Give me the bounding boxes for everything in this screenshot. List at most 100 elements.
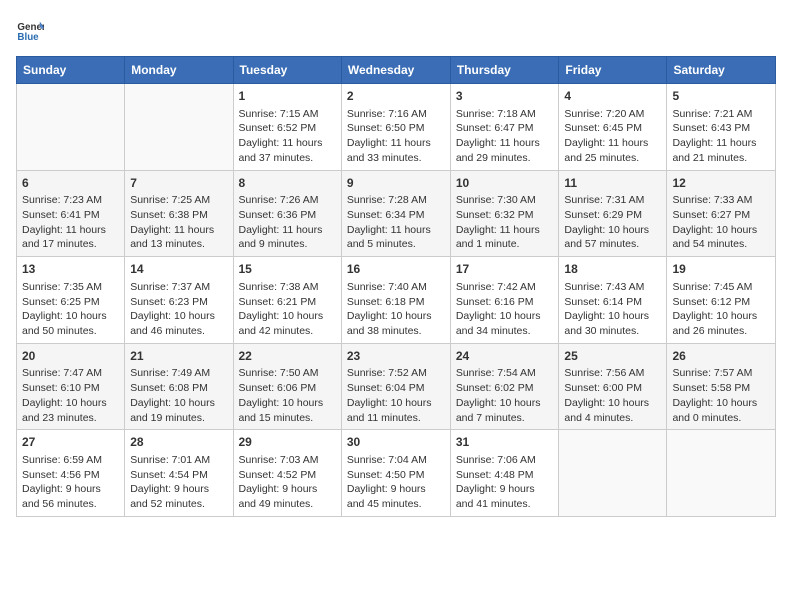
day-info-line: Sunrise: 7:26 AM xyxy=(239,193,336,208)
day-info-line: Sunset: 6:18 PM xyxy=(347,295,445,310)
day-info-line: Sunrise: 6:59 AM xyxy=(22,453,119,468)
day-info-line: Daylight: 9 hours xyxy=(22,482,119,497)
calendar-cell: 15 Sunrise: 7:38 AMSunset: 6:21 PMDayligh… xyxy=(233,257,341,344)
day-number: 29 xyxy=(239,434,336,451)
day-info-line: and 26 minutes. xyxy=(672,324,770,339)
day-info-line: Daylight: 9 hours xyxy=(347,482,445,497)
calendar-cell: 19Sunrise: 7:45 AMSunset: 6:12 PMDayligh… xyxy=(667,257,776,344)
day-info-line: Sunset: 6:50 PM xyxy=(347,121,445,136)
day-info-line: and 45 minutes. xyxy=(347,497,445,512)
day-number: 17 xyxy=(456,261,554,278)
day-info-line: Sunset: 4:56 PM xyxy=(22,468,119,483)
weekday-header-row: SundayMondayTuesdayWednesdayThursdayFrid… xyxy=(17,57,776,84)
day-info-line: Sunset: 6:34 PM xyxy=(347,208,445,223)
day-number: 16 xyxy=(347,261,445,278)
day-info-line: and 13 minutes. xyxy=(130,237,227,252)
day-info-line: and 4 minutes. xyxy=(564,411,661,426)
calendar-cell: 26Sunrise: 7:57 AMSunset: 5:58 PMDayligh… xyxy=(667,343,776,430)
day-info-line: Sunset: 6:29 PM xyxy=(564,208,661,223)
calendar-cell: 6Sunrise: 7:23 AMSunset: 6:41 PMDaylight… xyxy=(17,170,125,257)
day-info-line: Daylight: 11 hours xyxy=(130,223,227,238)
calendar-cell xyxy=(125,84,233,171)
day-info-line: and 11 minutes. xyxy=(347,411,445,426)
calendar-cell: 18Sunrise: 7:43 AMSunset: 6:14 PMDayligh… xyxy=(559,257,667,344)
calendar-cell: 24Sunrise: 7:54 AMSunset: 6:02 PMDayligh… xyxy=(450,343,559,430)
calendar-table: SundayMondayTuesdayWednesdayThursdayFrid… xyxy=(16,56,776,517)
calendar-cell xyxy=(667,430,776,517)
day-info-line: Sunset: 6:41 PM xyxy=(22,208,119,223)
day-info-line: Sunset: 4:54 PM xyxy=(130,468,227,483)
calendar-cell: 29Sunrise: 7:03 AMSunset: 4:52 PMDayligh… xyxy=(233,430,341,517)
day-info-line: Sunrise: 7:33 AM xyxy=(672,193,770,208)
day-info-line: Daylight: 11 hours xyxy=(564,136,661,151)
week-row-1: 1Sunrise: 7:15 AMSunset: 6:52 PMDaylight… xyxy=(17,84,776,171)
day-info-line: and 46 minutes. xyxy=(130,324,227,339)
day-number: 3 xyxy=(456,88,554,105)
day-info-line: and 38 minutes. xyxy=(347,324,445,339)
day-info-line: Daylight: 10 hours xyxy=(564,309,661,324)
day-info-line: Sunrise: 7:40 AM xyxy=(347,280,445,295)
logo-icon: General Blue xyxy=(16,16,44,44)
day-info-line: Daylight: 10 hours xyxy=(239,309,336,324)
calendar-cell: 11Sunrise: 7:31 AMSunset: 6:29 PMDayligh… xyxy=(559,170,667,257)
day-info-line: and 1 minute. xyxy=(456,237,554,252)
day-info-line: Daylight: 11 hours xyxy=(672,136,770,151)
day-info-line: Daylight: 10 hours xyxy=(22,396,119,411)
day-info-line: Daylight: 11 hours xyxy=(347,136,445,151)
day-info-line: Sunset: 6:38 PM xyxy=(130,208,227,223)
day-info-line: Daylight: 11 hours xyxy=(456,136,554,151)
day-info-line: Sunrise: 7:38 AM xyxy=(239,280,336,295)
weekday-header-monday: Monday xyxy=(125,57,233,84)
day-info-line: Sunset: 6:23 PM xyxy=(130,295,227,310)
weekday-header-thursday: Thursday xyxy=(450,57,559,84)
calendar-cell: 10Sunrise: 7:30 AMSunset: 6:32 PMDayligh… xyxy=(450,170,559,257)
calendar-cell: 16 Sunrise: 7:40 AMSunset: 6:18 PMDayligh… xyxy=(341,257,450,344)
day-info-line: Daylight: 10 hours xyxy=(347,396,445,411)
day-info-line: Sunset: 5:58 PM xyxy=(672,381,770,396)
day-info-line: Sunset: 6:43 PM xyxy=(672,121,770,136)
day-info-line: Sunrise: 7:45 AM xyxy=(672,280,770,295)
logo: General Blue xyxy=(16,16,48,44)
day-number: 30 xyxy=(347,434,445,451)
day-info-line: Sunset: 6:02 PM xyxy=(456,381,554,396)
day-info-line: and 29 minutes. xyxy=(456,151,554,166)
day-info-line: and 5 minutes. xyxy=(347,237,445,252)
day-number: 28 xyxy=(130,434,227,451)
day-info-line: Daylight: 10 hours xyxy=(347,309,445,324)
calendar-cell: 31Sunrise: 7:06 AMSunset: 4:48 PMDayligh… xyxy=(450,430,559,517)
day-info-line: Sunset: 6:21 PM xyxy=(239,295,336,310)
day-info-line: Sunrise: 7:20 AM xyxy=(564,107,661,122)
day-info-line: Daylight: 9 hours xyxy=(456,482,554,497)
day-info-line: Daylight: 10 hours xyxy=(22,309,119,324)
calendar-cell: 23Sunrise: 7:52 AMSunset: 6:04 PMDayligh… xyxy=(341,343,450,430)
day-info-line: Daylight: 11 hours xyxy=(239,223,336,238)
day-number: 8 xyxy=(239,175,336,192)
calendar-cell: 9Sunrise: 7:28 AMSunset: 6:34 PMDaylight… xyxy=(341,170,450,257)
weekday-header-wednesday: Wednesday xyxy=(341,57,450,84)
day-info-line: Sunrise: 7:03 AM xyxy=(239,453,336,468)
weekday-header-sunday: Sunday xyxy=(17,57,125,84)
calendar-cell: 17Sunrise: 7:42 AMSunset: 6:16 PMDayligh… xyxy=(450,257,559,344)
day-number: 2 xyxy=(347,88,445,105)
day-number: 20 xyxy=(22,348,119,365)
day-info-line: and 9 minutes. xyxy=(239,237,336,252)
day-number: 15 xyxy=(239,261,336,278)
day-info-line: and 23 minutes. xyxy=(22,411,119,426)
day-info-line: Sunset: 6:36 PM xyxy=(239,208,336,223)
day-info-line: Sunrise: 7:28 AM xyxy=(347,193,445,208)
day-info-line: Sunrise: 7:04 AM xyxy=(347,453,445,468)
calendar-cell: 8Sunrise: 7:26 AMSunset: 6:36 PMDaylight… xyxy=(233,170,341,257)
day-info-line: Sunrise: 7:56 AM xyxy=(564,366,661,381)
day-info-line: Sunrise: 7:50 AM xyxy=(239,366,336,381)
day-info-line: and 21 minutes. xyxy=(672,151,770,166)
day-number: 31 xyxy=(456,434,554,451)
day-info-line: Sunrise: 7:52 AM xyxy=(347,366,445,381)
weekday-header-tuesday: Tuesday xyxy=(233,57,341,84)
day-info-line: Sunrise: 7:23 AM xyxy=(22,193,119,208)
day-info-line: Daylight: 11 hours xyxy=(239,136,336,151)
day-info-line: and 41 minutes. xyxy=(456,497,554,512)
calendar-cell: 28Sunrise: 7:01 AMSunset: 4:54 PMDayligh… xyxy=(125,430,233,517)
calendar-cell: 30Sunrise: 7:04 AMSunset: 4:50 PMDayligh… xyxy=(341,430,450,517)
weekday-header-friday: Friday xyxy=(559,57,667,84)
calendar-cell: 7Sunrise: 7:25 AMSunset: 6:38 PMDaylight… xyxy=(125,170,233,257)
